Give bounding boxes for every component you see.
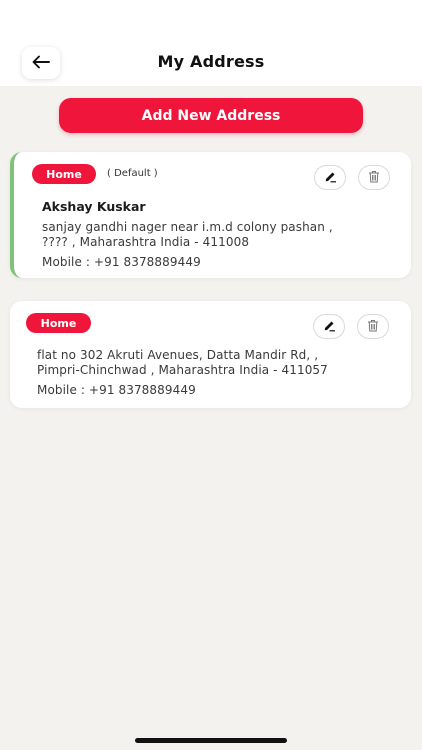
address-line-1: sanjay gandhi nager near i.m.d colony pa… [42,220,333,234]
trash-icon [368,168,380,187]
home-indicator [135,738,287,743]
mobile-number: Mobile : +91 8378889449 [42,255,201,269]
pencil-icon [323,317,336,336]
header: My Address [0,0,422,86]
default-label: ( Default ) [107,168,158,179]
trash-icon [367,317,379,336]
mobile-number: Mobile : +91 8378889449 [37,383,196,397]
address-name: Akshay Kuskar [42,199,146,214]
page-title: My Address [157,52,265,71]
edit-button[interactable] [313,314,345,339]
address-line-2: ???? , Maharashtra India - 411008 [42,235,250,249]
address-line-2: Pimpri-Chinchwad , Maharashtra India - 4… [37,363,328,377]
address-line-1: flat no 302 Akruti Avenues, Datta Mandir… [37,348,319,362]
delete-button[interactable] [357,314,389,339]
pencil-icon [324,168,337,187]
edit-button[interactable] [314,165,346,190]
address-card[interactable]: Home flat no 302 Akruti Avenues, Datta M… [10,301,411,408]
address-tag: Home [26,313,91,333]
address-tag: Home [32,164,96,184]
add-new-address-button[interactable]: Add New Address [59,98,363,133]
address-card-default[interactable]: Home ( Default ) Akshay Kuskar sanjay ga… [10,152,411,278]
delete-button[interactable] [358,165,390,190]
